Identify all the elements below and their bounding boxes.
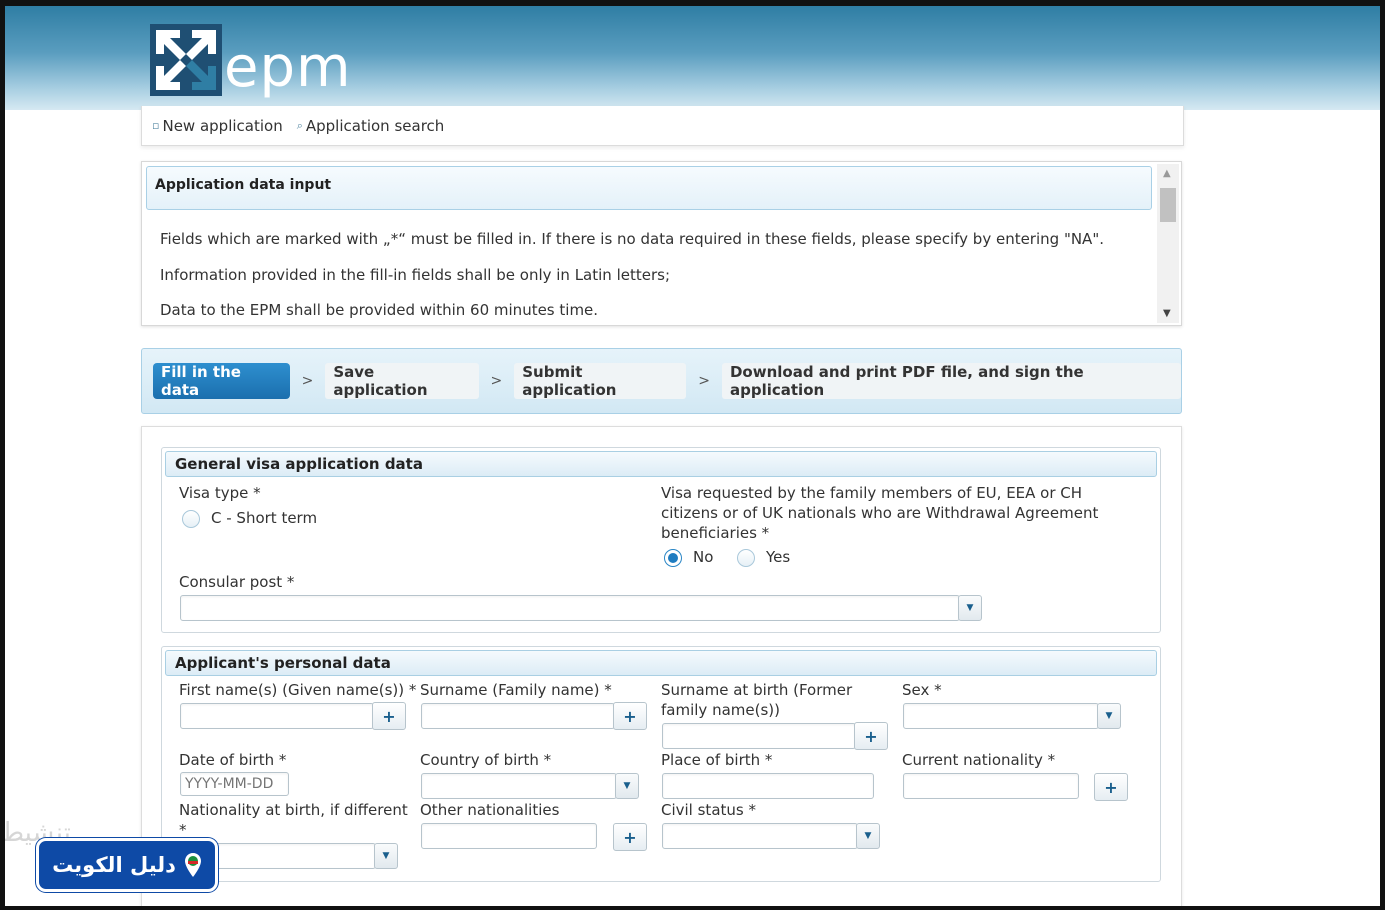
- family-member-label: Visa requested by the family members of …: [661, 484, 1099, 542]
- place-of-birth-input[interactable]: [662, 773, 874, 799]
- badge-text: دليل الكويت: [52, 853, 176, 877]
- new-application-icon: ▫: [152, 119, 160, 132]
- info-scrollbar[interactable]: ▲ ▼: [1157, 164, 1179, 323]
- step-submit-application[interactable]: Submit application: [514, 363, 687, 399]
- application-search-link[interactable]: ⌕ Application search: [297, 117, 445, 135]
- family-no-label: No: [693, 548, 714, 566]
- surname-at-birth-label: Surname at birth (Former family name(s)): [661, 681, 853, 719]
- place-of-birth-label: Place of birth *: [661, 751, 773, 769]
- wizard-steps: Fill in the data > Save application > Su…: [141, 348, 1182, 414]
- add-first-name-plus-icon[interactable]: +: [372, 702, 406, 730]
- family-yes-radio[interactable]: [737, 549, 755, 567]
- scroll-up-icon[interactable]: ▲: [1163, 168, 1171, 179]
- logo-text: epm: [224, 35, 352, 100]
- surname-label: Surname (Family name) *: [420, 681, 612, 699]
- chevron-down-icon[interactable]: ▼: [615, 773, 639, 799]
- other-nationalities-label: Other nationalities: [420, 801, 560, 819]
- family-yes-label: Yes: [766, 548, 791, 566]
- chevron-down-icon[interactable]: ▼: [856, 823, 880, 849]
- info-line: Fields which are marked with „*“ must be…: [160, 230, 1104, 248]
- info-panel: Application data input Fields which are …: [141, 161, 1182, 326]
- first-name-input[interactable]: [180, 703, 374, 729]
- civil-status-label: Civil status *: [661, 801, 756, 819]
- consular-post-label: Consular post *: [179, 573, 295, 591]
- visa-type-option: C - Short term: [211, 509, 318, 527]
- other-nationalities-select[interactable]: [421, 823, 597, 849]
- step-fill-in-data[interactable]: Fill in the data: [153, 363, 290, 399]
- info-panel-title: Application data input: [146, 166, 1152, 210]
- site-badge: دليل الكويت: [36, 838, 218, 892]
- scroll-thumb[interactable]: [1160, 188, 1176, 222]
- general-section-title: General visa application data: [165, 451, 1157, 477]
- search-icon: ⌕: [296, 118, 303, 132]
- info-line: Data to the EPM shall be provided within…: [160, 301, 599, 319]
- sex-label: Sex *: [902, 681, 942, 699]
- step-download-print[interactable]: Download and print PDF file, and sign th…: [721, 363, 1181, 399]
- civil-status-select[interactable]: [662, 823, 858, 849]
- visa-type-label: Visa type *: [179, 484, 261, 502]
- nationality-at-birth-label: Nationality at birth, if different *: [179, 801, 408, 839]
- step-separator: >: [490, 373, 503, 389]
- surname-input[interactable]: [421, 703, 615, 729]
- chevron-down-icon[interactable]: ▼: [958, 595, 982, 621]
- current-nationality-select[interactable]: [903, 773, 1079, 799]
- surname-at-birth-input[interactable]: [662, 723, 856, 749]
- scroll-down-icon[interactable]: ▼: [1163, 308, 1171, 319]
- date-of-birth-field[interactable]: [181, 773, 288, 795]
- visa-type-radio[interactable]: [182, 510, 200, 528]
- step-separator: >: [698, 373, 710, 389]
- add-other-nationality-plus-icon[interactable]: +: [613, 823, 647, 851]
- add-surname-at-birth-plus-icon[interactable]: +: [854, 722, 888, 750]
- top-navigation: ▫ New application ⌕ Application search: [141, 106, 1184, 146]
- consular-post-select[interactable]: [180, 595, 960, 621]
- first-name-label: First name(s) (Given name(s)) *: [179, 681, 417, 699]
- epm-logo[interactable]: epm: [150, 24, 352, 96]
- country-of-birth-label: Country of birth *: [420, 751, 552, 769]
- country-of-birth-select[interactable]: [421, 773, 617, 799]
- add-nationality-plus-icon[interactable]: +: [1094, 773, 1128, 801]
- current-nationality-label: Current nationality *: [902, 751, 1056, 769]
- new-application-label: New application: [162, 116, 283, 135]
- application-search-label: Application search: [305, 116, 445, 135]
- new-application-link[interactable]: ▫ New application: [152, 117, 283, 135]
- chevron-down-icon[interactable]: ▼: [374, 843, 398, 869]
- family-no-radio[interactable]: [664, 549, 682, 567]
- step-save-application[interactable]: Save application: [325, 363, 479, 399]
- personal-section-title: Applicant's personal data: [165, 650, 1157, 676]
- epm-logo-icon: [150, 24, 222, 96]
- step-separator: >: [301, 373, 314, 389]
- date-of-birth-label: Date of birth *: [179, 751, 287, 769]
- info-line: Information provided in the fill-in fiel…: [160, 266, 670, 284]
- map-pin-icon: [184, 853, 201, 877]
- date-of-birth-input[interactable]: [180, 772, 289, 796]
- add-surname-plus-icon[interactable]: +: [613, 702, 647, 730]
- sex-select[interactable]: [903, 703, 1099, 729]
- chevron-down-icon[interactable]: ▼: [1097, 703, 1121, 729]
